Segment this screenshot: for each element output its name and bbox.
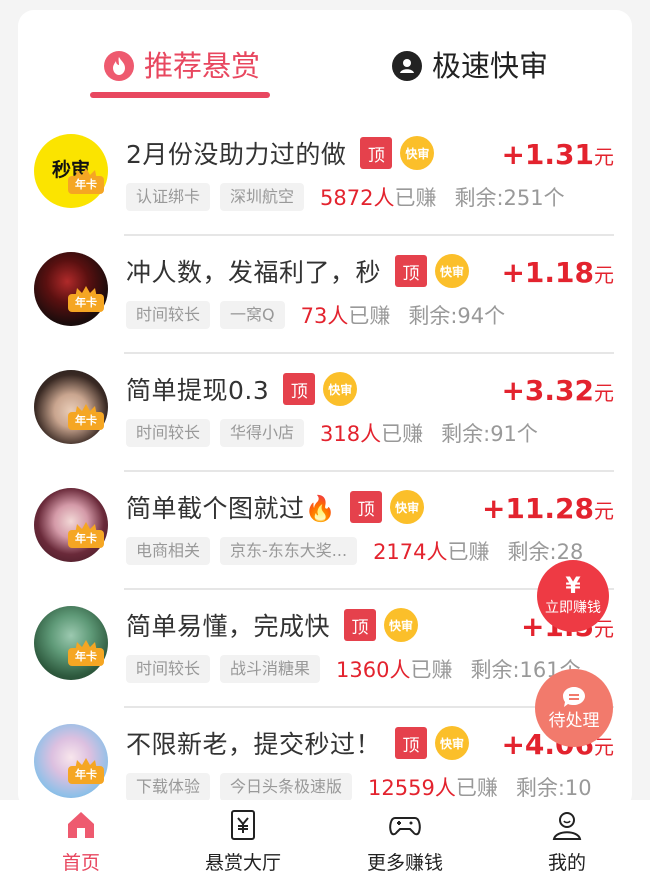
nav-more[interactable]: 更多赚钱 (324, 800, 486, 889)
fast-review-tag: 快审 (435, 726, 470, 760)
task-title-row: 冲人数，发福利了，秒 顶 快审 (126, 252, 470, 290)
category-tag: 电商相关 (126, 537, 211, 565)
person-icon (552, 812, 582, 840)
task-meta: 下载体验 今日头条极速版 12559人 已赚 剩余:10 (126, 772, 592, 802)
remaining-count: 剩余:10 (515, 776, 592, 800)
merchant-tag: 一窝Q (220, 301, 285, 329)
nav-hall-label: 悬赏大厅 (204, 852, 281, 874)
nav-hall[interactable]: 悬赏大厅 (162, 800, 324, 889)
annual-card-badge: 年卡 (68, 640, 106, 668)
category-tag: 时间较长 (126, 655, 211, 683)
task-title: 2月份没助力过的做 (126, 140, 347, 169)
top-tag: 顶 (395, 727, 428, 759)
task-price: +3.32元 (501, 374, 614, 407)
task-title-row: 2月份没助力过的做 顶 快审 (126, 134, 435, 172)
earn-now-button[interactable]: ¥ 立即赚钱 (537, 560, 609, 632)
category-tag: 认证绑卡 (126, 183, 211, 211)
fire-icon (104, 51, 134, 81)
fast-review-tag: 快审 (323, 372, 358, 406)
merchant-tag: 华得小店 (220, 419, 305, 447)
fast-review-tag: 快审 (384, 608, 419, 642)
yen-icon: ¥ (565, 574, 581, 599)
earned-count: 318人 (320, 422, 382, 446)
user-circle-icon (392, 51, 422, 81)
fast-review-tag: 快审 (400, 136, 435, 170)
task-meta: 认证绑卡 深圳航空 5872人 已赚 剩余:251个 (126, 182, 565, 212)
top-tag: 顶 (395, 255, 428, 287)
task-price: +1.18元 (501, 256, 614, 289)
task-meta: 时间较长 战斗消糖果 1360人 已赚 剩余:161个 (126, 654, 581, 684)
nav-more-label: 更多赚钱 (366, 852, 443, 874)
tab-fast-review[interactable]: 极速快审 (392, 46, 548, 86)
task-meta: 时间较长 一窝Q 73人 已赚 剩余:94个 (126, 300, 505, 330)
annual-card-badge: 年卡 (68, 168, 106, 196)
remaining-count: 剩余:94个 (408, 304, 506, 328)
task-price: +11.28元 (481, 492, 614, 525)
top-tag: 顶 (344, 609, 377, 641)
chat-bubble-icon (562, 686, 586, 708)
earned-count: 73人 (300, 304, 349, 328)
nav-mine-label: 我的 (547, 852, 586, 874)
merchant-tag: 战斗消糖果 (220, 655, 321, 683)
top-tag: 顶 (350, 491, 383, 523)
top-tag: 顶 (360, 137, 393, 169)
task-title-row: 简单易懂，完成快 顶 快审 (126, 606, 419, 644)
annual-card-badge: 年卡 (68, 404, 106, 432)
home-icon (68, 812, 94, 838)
merchant-tag: 京东-东东大奖... (220, 537, 358, 565)
task-title: 简单提现0.3 (126, 376, 270, 405)
task-title: 简单易懂，完成快 (126, 612, 331, 641)
task-item[interactable]: 年卡 冲人数，发福利了，秒 顶 快审 +1.18元 时间较长 一窝Q 73人 已赚… (18, 236, 632, 354)
nav-mine[interactable]: 我的 (486, 800, 648, 889)
task-price: +1.31元 (501, 138, 614, 171)
tab-recommended-label: 推荐悬赏 (144, 49, 261, 83)
remaining-count: 剩余:91个 (441, 422, 538, 446)
task-title-row: 简单截个图就过🔥 顶 快审 (126, 488, 425, 526)
category-tag: 时间较长 (126, 301, 211, 329)
task-meta: 电商相关 京东-东东大奖... 2174人 已赚 剩余:28 (126, 536, 583, 566)
earned-count: 1360人 (336, 658, 411, 682)
earn-now-label: 立即赚钱 (545, 600, 601, 616)
annual-card-badge: 年卡 (68, 286, 106, 314)
task-title-row: 不限新老，提交秒过！ 顶 快审 (126, 724, 470, 762)
yen-document-icon (231, 810, 255, 840)
nav-home[interactable]: 首页 (0, 800, 162, 889)
tab-fast-review-label: 极速快审 (432, 49, 549, 83)
category-tag: 下载体验 (126, 773, 211, 801)
merchant-tag: 深圳航空 (220, 183, 305, 211)
task-item[interactable]: 年卡 简单截个图就过🔥 顶 快审 +11.28元 电商相关 京东-东东大奖...… (18, 472, 632, 590)
fast-review-tag: 快审 (435, 254, 470, 288)
earned-count: 5872人 (320, 186, 395, 210)
remaining-count: 剩余:251个 (454, 186, 565, 210)
gamepad-icon (389, 817, 421, 836)
tab-recommended[interactable]: 推荐悬赏 (104, 46, 260, 86)
task-item[interactable]: 年卡 简单提现0.3 顶 快审 +3.32元 时间较长 华得小店 318人 已赚 … (18, 354, 632, 472)
tab-active-indicator (90, 92, 270, 98)
task-title: 冲人数，发福利了，秒 (126, 258, 382, 287)
pending-label: 待处理 (548, 711, 600, 731)
merchant-tag: 今日头条极速版 (220, 773, 353, 801)
earned-count: 2174人 (373, 540, 448, 564)
task-title-row: 简单提现0.3 顶 快审 (126, 370, 358, 408)
task-title: 不限新老，提交秒过！ (126, 730, 382, 759)
bottom-nav: 首页 悬赏大厅 更多赚钱 我的 (0, 800, 650, 889)
fast-review-tag: 快审 (390, 490, 425, 524)
earned-count: 12559人 (368, 776, 456, 800)
annual-card-badge: 年卡 (68, 758, 106, 786)
category-tag: 时间较长 (126, 419, 211, 447)
task-item[interactable]: 秒审 年卡 2月份没助力过的做 顶 快审 +1.31元 认证绑卡 深圳航空 58… (18, 118, 632, 236)
task-title: 简单截个图就过🔥 (126, 494, 337, 523)
annual-card-badge: 年卡 (68, 522, 106, 550)
task-meta: 时间较长 华得小店 318人 已赚 剩余:91个 (126, 418, 538, 448)
nav-home-label: 首页 (61, 852, 100, 874)
pending-button[interactable]: 待处理 (535, 669, 613, 747)
tab-bar: 推荐悬赏 极速快审 (18, 10, 632, 110)
top-tag: 顶 (283, 373, 316, 405)
